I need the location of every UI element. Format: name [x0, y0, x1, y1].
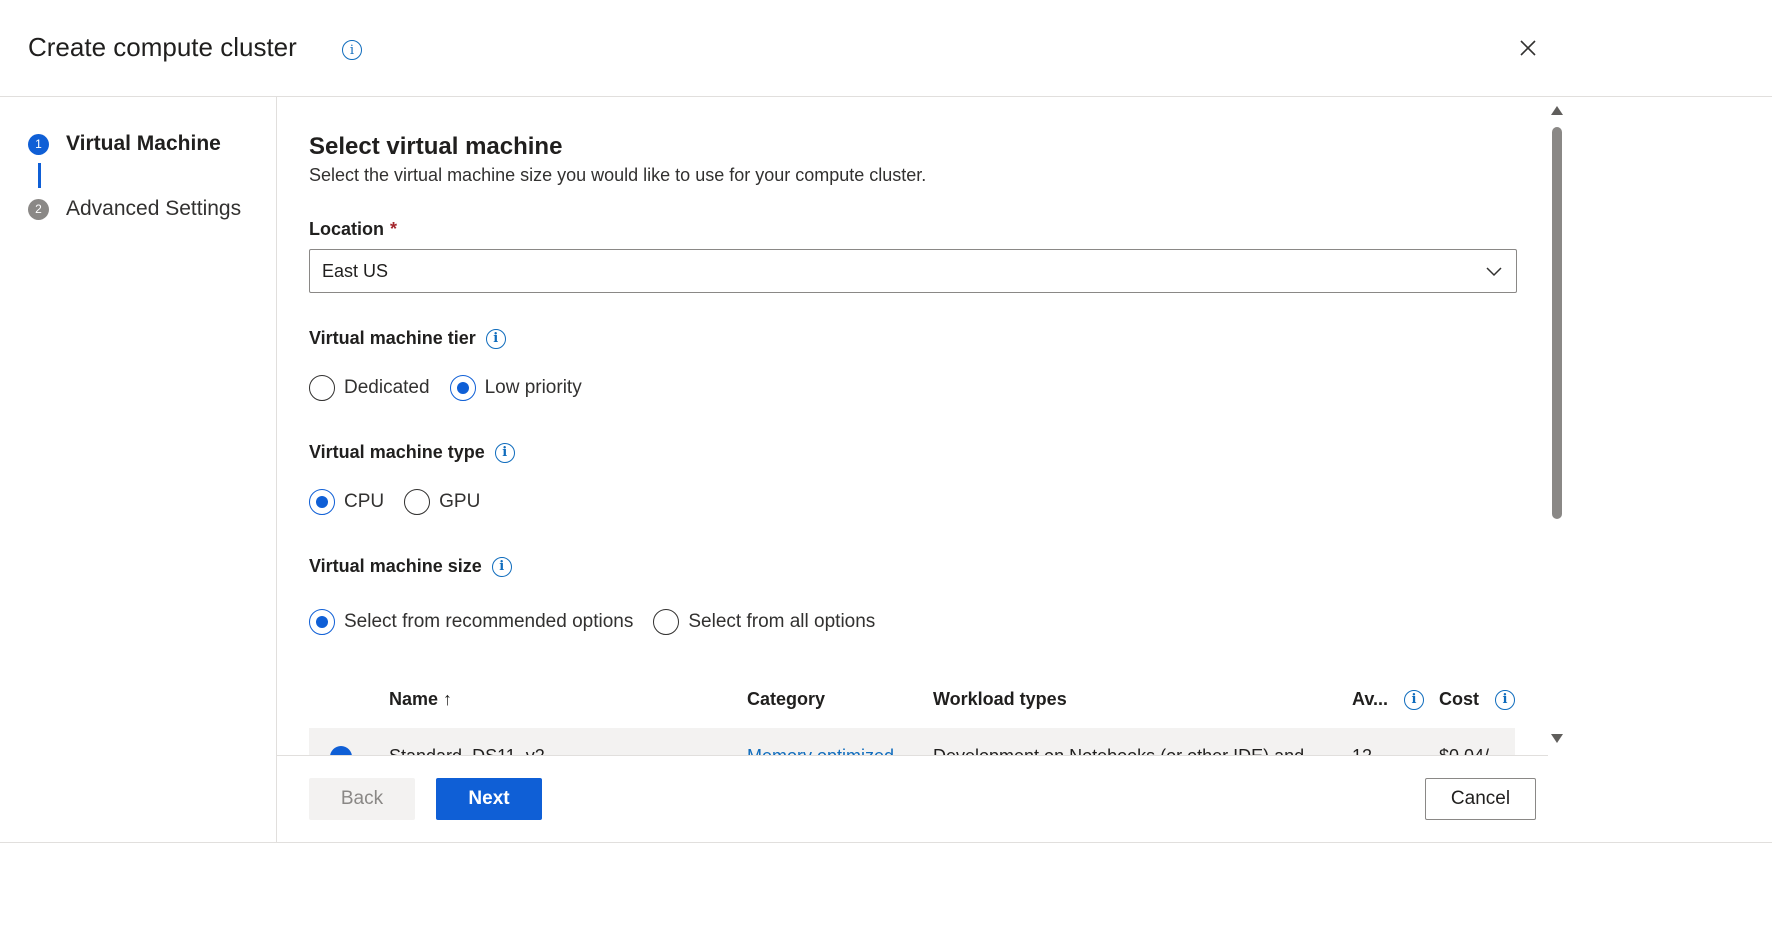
column-header-availability[interactable]: Av... i [1352, 689, 1425, 710]
main-content: Select virtual machine Select the virtua… [277, 97, 1548, 755]
selected-check-icon[interactable] [330, 746, 352, 755]
content-scrollbar[interactable] [1548, 97, 1568, 755]
column-header-name[interactable]: Name ↑ [389, 689, 452, 710]
next-button[interactable]: Next [436, 778, 542, 820]
section-title: Select virtual machine [309, 133, 563, 160]
radio-low-priority[interactable]: Low priority [449, 375, 582, 401]
location-value: East US [322, 261, 389, 281]
step-virtual-machine[interactable]: 1 Virtual Machine [28, 132, 221, 156]
table-row[interactable]: Standard_DS11_v2 Memory optimized Develo… [309, 728, 1515, 755]
scroll-down-arrow-icon[interactable] [1551, 734, 1563, 743]
radio-label: Select from recommended options [344, 611, 634, 632]
step-number: 2 [28, 198, 49, 220]
radio-recommended[interactable]: Select from recommended options [309, 609, 633, 635]
info-icon[interactable]: i [342, 40, 362, 60]
dialog-title: Create compute cluster [28, 32, 297, 62]
dialog-bottom-border [0, 842, 1772, 843]
dialog-header: Create compute cluster i [0, 0, 1772, 97]
section-subtitle: Select the virtual machine size you woul… [309, 165, 927, 185]
radio-circle [309, 375, 335, 401]
radio-circle [309, 489, 335, 515]
radio-label: Low priority [484, 377, 582, 398]
vm-tier-label: Virtual machine tier i [309, 328, 506, 349]
step-connector [38, 163, 41, 188]
vm-size-label-text: Virtual machine size [309, 556, 482, 576]
location-label-text: Location [309, 219, 384, 239]
radio-circle [309, 609, 335, 635]
radio-circle [449, 375, 476, 401]
vm-table-header: Name ↑ Category Workload types Av... i C… [309, 679, 1515, 727]
column-header-category[interactable]: Category [747, 689, 825, 710]
location-label: Location * [309, 219, 397, 240]
vm-type-label-text: Virtual machine type [309, 442, 485, 462]
column-header-cost[interactable]: Cost i [1439, 689, 1515, 710]
step-advanced-settings[interactable]: 2 Advanced Settings [28, 197, 241, 221]
column-label: Workload types [933, 689, 1067, 709]
column-header-workload[interactable]: Workload types [933, 689, 1067, 710]
step-label: Advanced Settings [66, 197, 242, 220]
radio-gpu[interactable]: GPU [404, 489, 480, 515]
step-number: 1 [28, 133, 49, 155]
scroll-up-arrow-icon[interactable] [1551, 106, 1563, 115]
cell-workload: Development on Notebooks (or other IDE) … [933, 746, 1333, 755]
radio-circle [404, 489, 431, 515]
radio-cpu[interactable]: CPU [309, 489, 384, 515]
info-icon[interactable]: i [494, 442, 515, 463]
vm-tier-radio-group: Dedicated Low priority [309, 375, 602, 401]
wizard-steps: 1 Virtual Machine 2 Advanced Settings [0, 97, 277, 842]
info-icon[interactable]: i [1495, 689, 1515, 710]
scroll-thumb[interactable] [1552, 127, 1562, 519]
vm-size-radio-group: Select from recommended options Select f… [309, 609, 895, 635]
radio-label: Select from all options [688, 611, 876, 632]
chevron-down-icon [1486, 267, 1502, 277]
column-label: Category [747, 689, 826, 709]
column-label: Cost [1439, 689, 1479, 709]
back-button[interactable]: Back [309, 778, 415, 820]
vm-type-label: Virtual machine type i [309, 442, 515, 463]
column-label: Name ↑ [389, 689, 453, 709]
step-label: Virtual Machine [66, 132, 221, 155]
cell-cost: $0.04/ [1439, 746, 1509, 755]
cancel-button[interactable]: Cancel [1425, 778, 1536, 820]
close-icon [1520, 40, 1536, 56]
column-label: Av... [1352, 689, 1389, 709]
info-icon[interactable]: i [1404, 689, 1425, 710]
cell-category[interactable]: Memory optimized [747, 746, 907, 755]
required-marker: * [390, 219, 398, 239]
cell-name: Standard_DS11_v2 [389, 746, 719, 755]
vm-tier-label-text: Virtual machine tier [309, 328, 476, 348]
radio-dedicated[interactable]: Dedicated [309, 375, 430, 401]
location-dropdown[interactable]: East US [309, 249, 1517, 293]
create-compute-dialog: Create compute cluster i 1 Virtual Machi… [0, 0, 1772, 951]
close-button[interactable] [1512, 32, 1544, 64]
radio-label: GPU [439, 491, 481, 512]
radio-all-options[interactable]: Select from all options [653, 609, 875, 635]
info-icon[interactable]: i [485, 328, 506, 349]
info-icon[interactable]: i [491, 556, 512, 577]
vm-type-radio-group: CPU GPU [309, 489, 500, 515]
radio-circle [653, 609, 680, 635]
vm-size-label: Virtual machine size i [309, 556, 512, 577]
radio-label: CPU [344, 491, 385, 512]
cell-availability: 12 [1352, 746, 1412, 755]
dialog-footer: Back Next Cancel [277, 755, 1548, 843]
radio-label: Dedicated [344, 377, 430, 398]
